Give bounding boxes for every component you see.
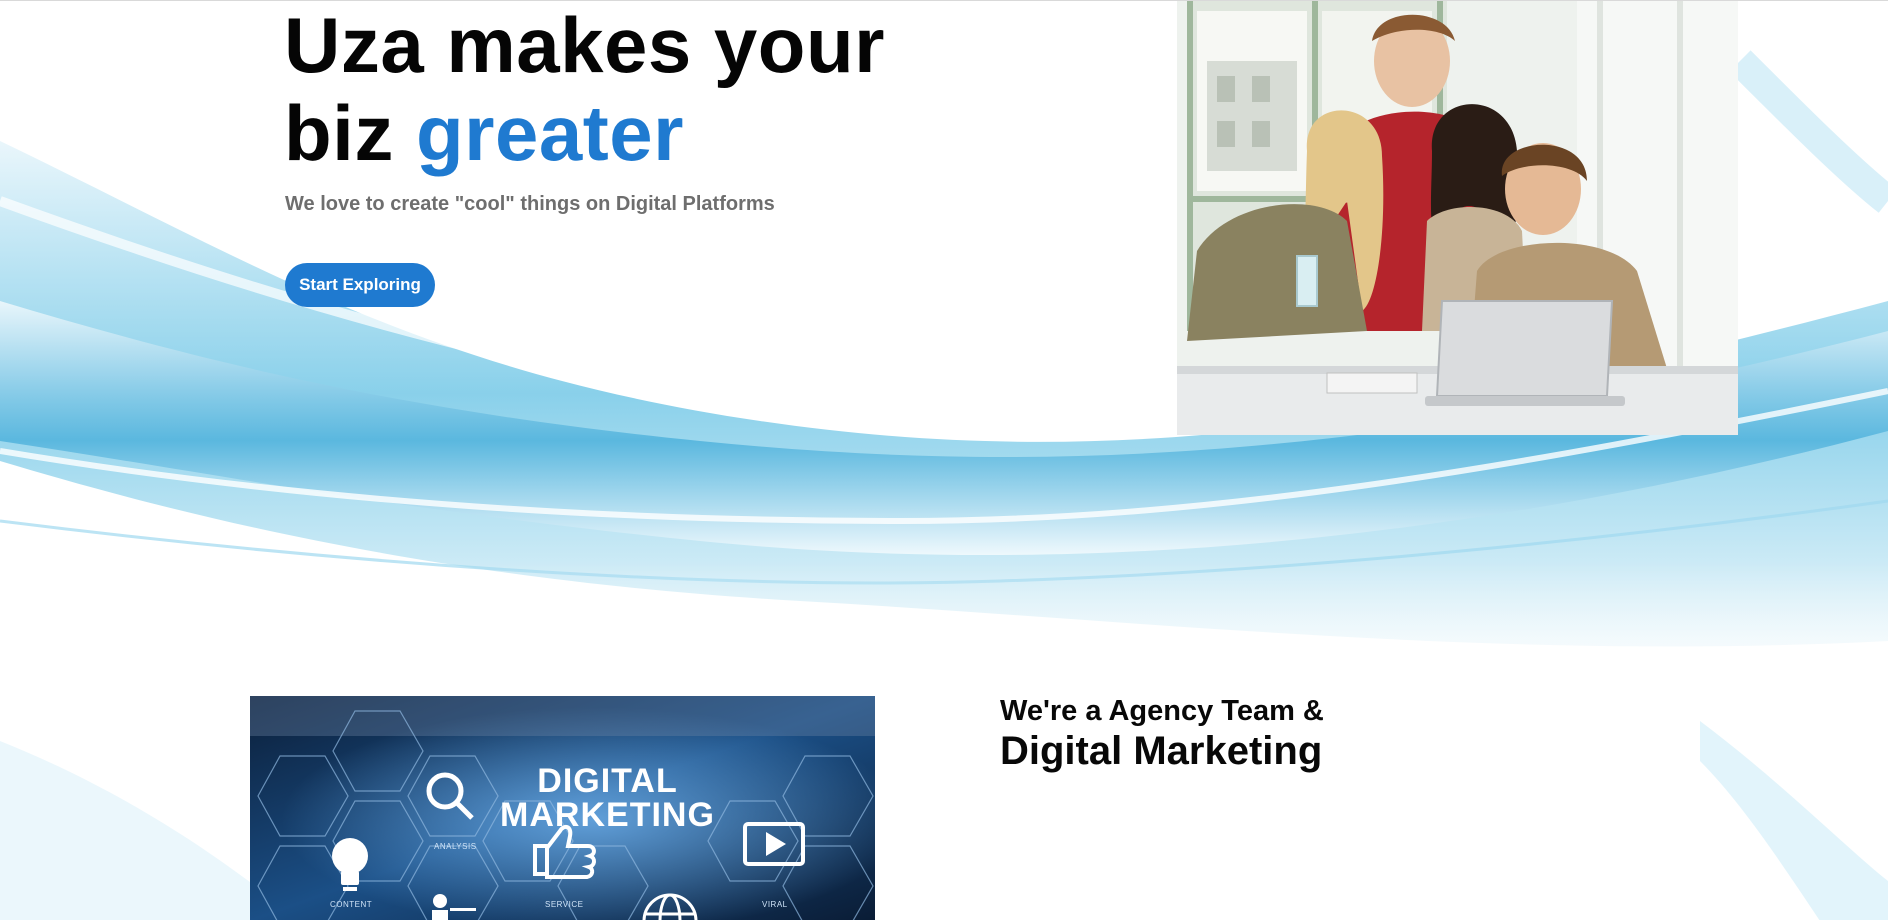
digital-marketing-image: DIGITAL MARKETING ANALYSIS CONTENT SERVI… [250, 696, 875, 920]
dm-label-service: SERVICE [545, 900, 584, 909]
start-exploring-button[interactable]: Start Exploring [285, 263, 435, 307]
agency-subheading: We're a Agency Team & [1000, 695, 1324, 727]
team-photo-illustration [1177, 1, 1738, 435]
agency-heading: Digital Marketing [1000, 729, 1323, 773]
hero-subtitle: We love to create "cool" things on Digit… [285, 193, 775, 215]
dm-image-line2: MARKETING [500, 796, 715, 834]
team-photo [1177, 1, 1738, 435]
hero-title-accent: greater [416, 89, 684, 177]
dm-label-analysis: ANALYSIS [434, 842, 477, 851]
landing-page: Uza makes your biz greater We love to cr… [0, 0, 1888, 920]
hero-title-line1: Uza makes your [284, 1, 885, 89]
dm-label-content: CONTENT [330, 900, 373, 909]
hero-title: Uza makes your biz greater [284, 1, 885, 177]
dm-label-viral: VIRAL [762, 900, 788, 909]
hero-title-line2-prefix: biz [284, 89, 416, 177]
